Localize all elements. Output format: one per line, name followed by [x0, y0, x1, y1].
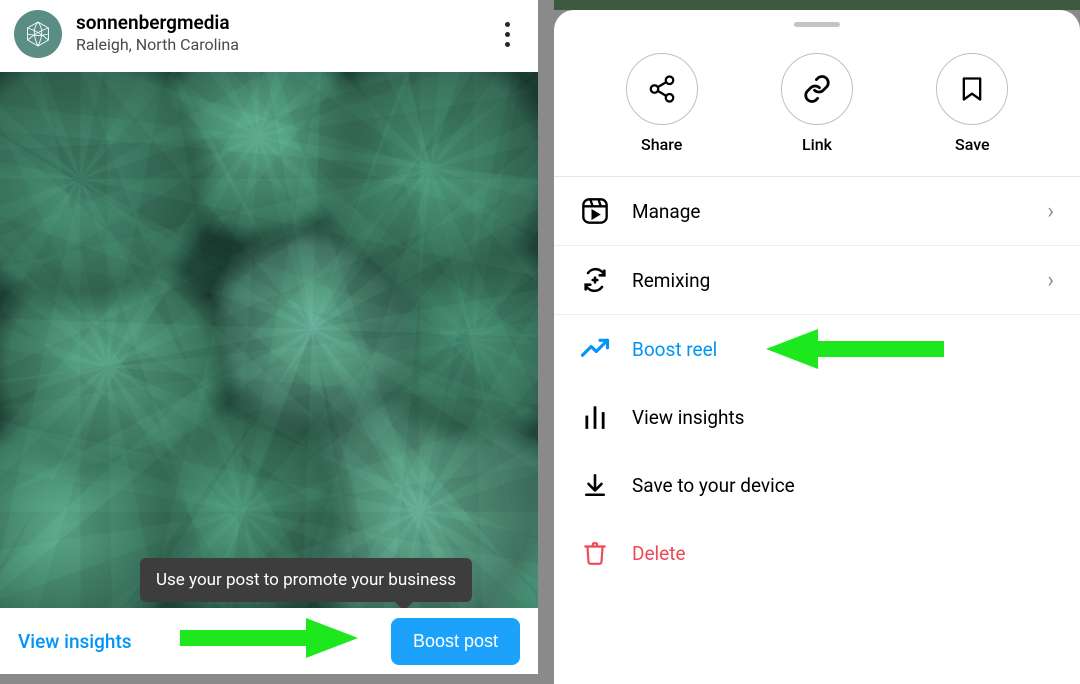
trend-up-icon: [580, 334, 610, 364]
action-row: Share Link: [554, 45, 1080, 177]
link-action[interactable]: Link: [781, 53, 853, 154]
post-image[interactable]: Use your post to promote your business: [0, 72, 538, 608]
location[interactable]: Raleigh, North Carolina: [76, 35, 476, 56]
avatar-logo-icon: [23, 19, 53, 49]
post-footer: View insights Boost post: [0, 608, 538, 674]
manage-label: Manage: [632, 200, 1025, 223]
post-view: sonnenbergmedia Raleigh, North Carolina …: [0, 0, 538, 674]
chevron-right-icon: ›: [1047, 199, 1054, 224]
view-insights-link[interactable]: View insights: [18, 630, 132, 653]
insights-icon: [580, 402, 610, 432]
delete-label: Delete: [632, 542, 1054, 565]
save-action[interactable]: Save: [936, 53, 1008, 154]
save-device-label: Save to your device: [632, 474, 1054, 497]
menu-delete[interactable]: Delete: [554, 519, 1080, 587]
chevron-right-icon: ›: [1047, 268, 1054, 293]
boost-post-button[interactable]: Boost post: [391, 618, 520, 665]
link-icon: [802, 74, 832, 104]
post-header: sonnenbergmedia Raleigh, North Carolina: [0, 0, 538, 72]
options-sheet: Share Link: [554, 10, 1080, 684]
bookmark-icon: [958, 74, 986, 104]
view-insights-label: View insights: [632, 406, 1054, 429]
menu-view-insights[interactable]: View insights: [554, 383, 1080, 451]
reels-icon: [580, 196, 610, 226]
menu-save-device[interactable]: Save to your device: [554, 451, 1080, 519]
boost-tooltip: Use your post to promote your business: [140, 558, 472, 602]
remixing-label: Remixing: [632, 269, 1025, 292]
sheet-handle[interactable]: [794, 22, 840, 27]
share-action[interactable]: Share: [626, 53, 698, 154]
remix-icon: [580, 265, 610, 295]
link-label: Link: [802, 135, 832, 154]
menu-remixing[interactable]: Remixing ›: [554, 246, 1080, 315]
avatar[interactable]: [14, 10, 62, 58]
more-options-button[interactable]: [490, 12, 524, 56]
share-label: Share: [641, 135, 682, 154]
annotation-arrow-icon: [180, 618, 360, 658]
trash-icon: [580, 538, 610, 568]
download-icon: [580, 470, 610, 500]
save-label: Save: [955, 135, 990, 154]
menu-boost-reel[interactable]: Boost reel: [554, 315, 1080, 383]
share-icon: [647, 74, 677, 104]
username[interactable]: sonnenbergmedia: [76, 12, 476, 35]
boost-reel-label: Boost reel: [632, 338, 1054, 361]
menu-list: Manage › Remixing › Boost reel: [554, 177, 1080, 587]
menu-manage[interactable]: Manage ›: [554, 177, 1080, 246]
